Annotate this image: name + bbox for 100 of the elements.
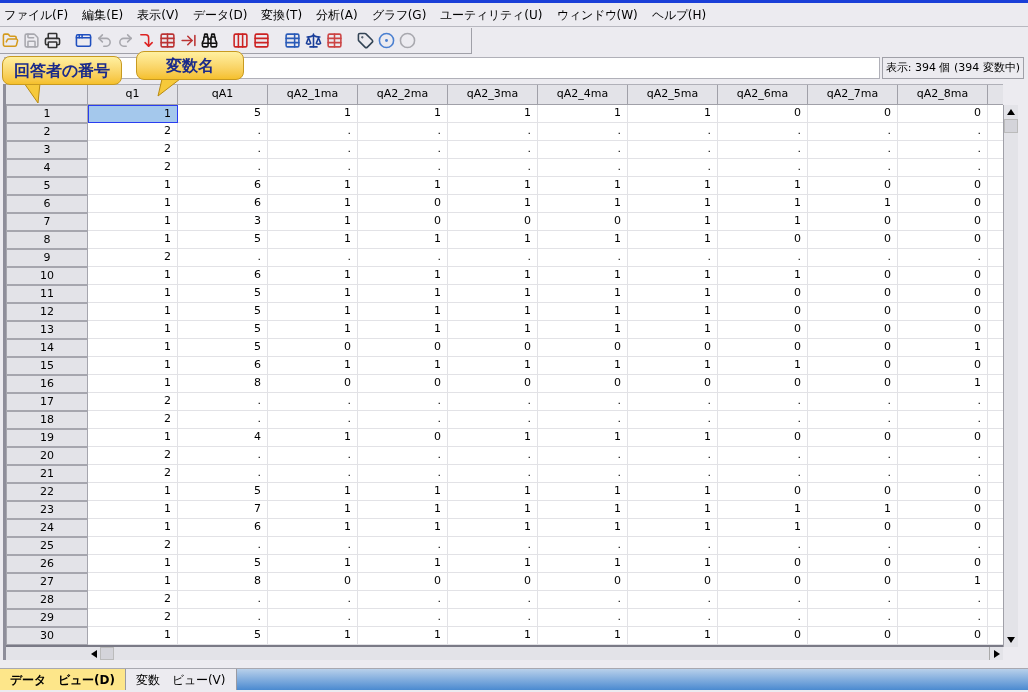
table-cell[interactable]: . bbox=[448, 249, 538, 267]
table-cell[interactable]: 0 bbox=[898, 501, 988, 519]
table-cell[interactable]: 1 bbox=[898, 573, 988, 591]
table-cell[interactable]: 1 bbox=[358, 303, 448, 321]
table-cell[interactable]: 2 bbox=[88, 141, 178, 159]
table-cell[interactable]: 5 bbox=[178, 105, 268, 123]
tag-icon[interactable] bbox=[357, 31, 374, 49]
table-cell[interactable]: . bbox=[448, 447, 538, 465]
table-cell[interactable]: 1 bbox=[358, 267, 448, 285]
table-cell[interactable]: 1 bbox=[88, 195, 178, 213]
table-cell[interactable]: 0 bbox=[808, 429, 898, 447]
table-cell[interactable]: 1 bbox=[538, 429, 628, 447]
dialog-icon[interactable] bbox=[75, 31, 92, 49]
row-header[interactable]: 30 bbox=[6, 627, 88, 645]
table-cell[interactable]: . bbox=[178, 447, 268, 465]
table-cell[interactable]: . bbox=[268, 123, 358, 141]
menu-item[interactable]: 分析(A) bbox=[316, 5, 358, 24]
table-cell[interactable]: 1 bbox=[538, 519, 628, 537]
table-cell[interactable]: 0 bbox=[898, 303, 988, 321]
table-cell[interactable]: 1 bbox=[358, 627, 448, 645]
table-cell[interactable]: . bbox=[898, 123, 988, 141]
view-tab[interactable]: 変数 ビュー(V) bbox=[125, 669, 237, 690]
table-cell[interactable]: 0 bbox=[808, 573, 898, 591]
menu-item[interactable]: 編集(E) bbox=[82, 5, 124, 24]
row-header[interactable]: 24 bbox=[6, 519, 88, 537]
table-cell[interactable]: 1 bbox=[358, 501, 448, 519]
view-tab[interactable]: データ ビュー(D) bbox=[0, 669, 126, 690]
table-cell[interactable]: . bbox=[808, 123, 898, 141]
table-cell[interactable]: 0 bbox=[808, 105, 898, 123]
table-cell[interactable]: . bbox=[628, 411, 718, 429]
table-cell[interactable]: 1 bbox=[268, 321, 358, 339]
table-cell[interactable]: 1 bbox=[538, 177, 628, 195]
table-cell[interactable]: . bbox=[448, 411, 538, 429]
table-cell[interactable]: . bbox=[178, 537, 268, 555]
table-cell[interactable]: 0 bbox=[808, 339, 898, 357]
table-cell[interactable]: . bbox=[898, 591, 988, 609]
menu-item[interactable]: データ(D) bbox=[192, 5, 248, 24]
table-cell[interactable]: 1 bbox=[358, 105, 448, 123]
table-cell[interactable]: . bbox=[178, 609, 268, 627]
row-header[interactable]: 26 bbox=[6, 555, 88, 573]
table-cell[interactable]: 1 bbox=[88, 573, 178, 591]
row-header[interactable]: 8 bbox=[6, 231, 88, 249]
table-cell[interactable]: 0 bbox=[808, 177, 898, 195]
table-cell[interactable]: . bbox=[628, 159, 718, 177]
table-cell[interactable]: 1 bbox=[268, 501, 358, 519]
table-cell[interactable]: . bbox=[898, 465, 988, 483]
table-cell[interactable]: 1 bbox=[628, 483, 718, 501]
table-cell[interactable]: . bbox=[808, 591, 898, 609]
row-header[interactable]: 13 bbox=[6, 321, 88, 339]
table-cell[interactable]: 5 bbox=[178, 285, 268, 303]
table-cell[interactable]: . bbox=[358, 411, 448, 429]
table-cell[interactable]: 0 bbox=[358, 573, 448, 591]
table-cell[interactable]: 0 bbox=[898, 231, 988, 249]
table-cell[interactable]: . bbox=[808, 249, 898, 267]
table-cell[interactable]: 6 bbox=[178, 195, 268, 213]
table-cell[interactable]: . bbox=[448, 537, 538, 555]
table-cell[interactable]: 7 bbox=[178, 501, 268, 519]
table-cell[interactable]: 1 bbox=[718, 267, 808, 285]
table-cell[interactable]: 0 bbox=[808, 357, 898, 375]
table-cell[interactable]: 0 bbox=[718, 231, 808, 249]
table-cell[interactable]: 0 bbox=[358, 195, 448, 213]
table-cell[interactable]: . bbox=[268, 591, 358, 609]
table-cell[interactable]: 1 bbox=[88, 267, 178, 285]
table-cell[interactable]: . bbox=[898, 411, 988, 429]
table-cell[interactable]: . bbox=[808, 411, 898, 429]
table-cell[interactable]: . bbox=[628, 591, 718, 609]
table-cell[interactable]: 5 bbox=[178, 231, 268, 249]
table-cell[interactable]: . bbox=[358, 609, 448, 627]
row-header[interactable]: 23 bbox=[6, 501, 88, 519]
goto-case-icon[interactable] bbox=[138, 31, 155, 49]
table-cell[interactable]: . bbox=[178, 393, 268, 411]
row-header[interactable]: 14 bbox=[6, 339, 88, 357]
row-header[interactable]: 10 bbox=[6, 267, 88, 285]
table-cell[interactable]: . bbox=[898, 249, 988, 267]
table-cell[interactable]: 1 bbox=[538, 555, 628, 573]
table-cell[interactable]: 5 bbox=[178, 321, 268, 339]
menu-item[interactable]: グラフ(G) bbox=[371, 5, 427, 24]
table-cell[interactable]: 1 bbox=[898, 339, 988, 357]
table-cell[interactable]: 1 bbox=[538, 483, 628, 501]
table-cell[interactable]: 1 bbox=[448, 321, 538, 339]
table-cell[interactable]: . bbox=[898, 447, 988, 465]
row-header[interactable]: 11 bbox=[6, 285, 88, 303]
table-cell[interactable]: 1 bbox=[718, 195, 808, 213]
table-cell[interactable]: 5 bbox=[178, 555, 268, 573]
table-cell[interactable]: . bbox=[898, 159, 988, 177]
table-cell[interactable]: 1 bbox=[88, 555, 178, 573]
row-header[interactable]: 28 bbox=[6, 591, 88, 609]
table-cell[interactable]: 0 bbox=[538, 375, 628, 393]
table-cell[interactable]: 1 bbox=[628, 519, 718, 537]
table-cell[interactable]: 1 bbox=[268, 357, 358, 375]
table-cell[interactable]: . bbox=[448, 393, 538, 411]
table-cell[interactable]: 0 bbox=[808, 555, 898, 573]
table-cell[interactable]: 1 bbox=[538, 105, 628, 123]
table-cell[interactable]: 1 bbox=[448, 519, 538, 537]
table-cell[interactable]: . bbox=[358, 537, 448, 555]
table-cell[interactable]: 1 bbox=[538, 267, 628, 285]
table-cell[interactable]: 1 bbox=[358, 483, 448, 501]
menu-item[interactable]: ウィンドウ(W) bbox=[556, 5, 638, 24]
table-cell[interactable]: . bbox=[358, 123, 448, 141]
table-cell[interactable]: 1 bbox=[268, 267, 358, 285]
